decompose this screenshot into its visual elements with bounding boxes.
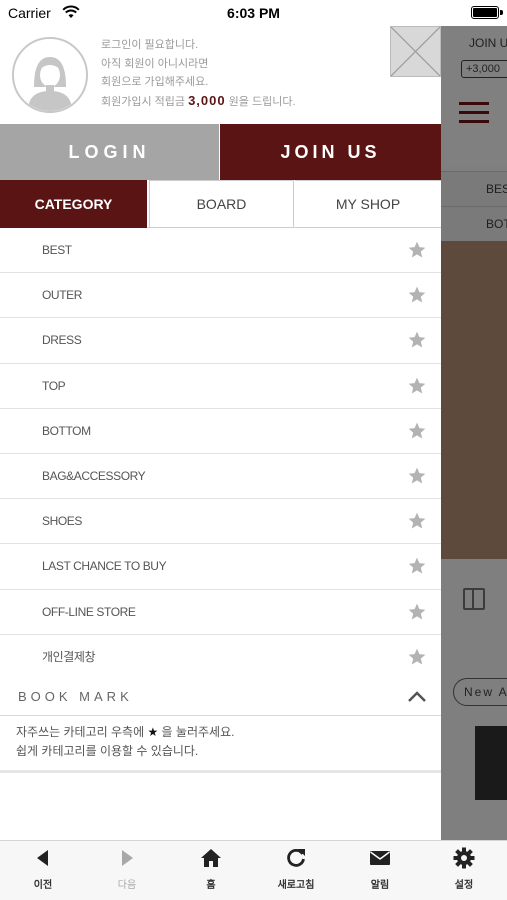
login-prompt: 로그인이 필요합니다. 아직 회원이 아니시라면 회원으로 가입해주세요. 회원… <box>101 36 296 111</box>
bookmark-note-prefix: 자주쓰는 카테고리 우측에 <box>16 725 148 739</box>
drawer-tabs: CATEGORY BOARD MY SHOP <box>0 180 441 228</box>
bookmark-star-icon[interactable] <box>407 285 427 305</box>
bookmark-star-icon[interactable] <box>407 240 427 260</box>
forward-arrow-icon <box>122 850 133 866</box>
category-list: BEST OUTER DRESS TOP BOTTOM BAG&ACCESSOR… <box>0 228 441 680</box>
star-glyph-icon: ★ <box>147 725 159 739</box>
person-silhouette-icon <box>14 39 86 111</box>
tab-category[interactable]: CATEGORY <box>0 180 147 228</box>
book-icon <box>463 588 485 610</box>
toolbar-label: 다음 <box>117 880 137 891</box>
category-label: BOTTOM <box>42 423 91 438</box>
bookmark-star-icon[interactable] <box>407 466 427 486</box>
category-item[interactable]: DRESS <box>0 318 441 364</box>
bookmark-instructions: 자주쓰는 카테고리 우측에 ★ 을 눌러주세요. 쉽게 카테고리를 이용할 수 … <box>16 723 234 761</box>
bookmark-note-line: 쉽게 카테고리를 이용할 수 있습니다. <box>16 744 199 758</box>
background-menu-row: BOTT <box>441 206 507 242</box>
category-label: OFF-LINE STORE <box>42 604 136 619</box>
bookmark-header[interactable]: BOOK MARK <box>0 678 441 716</box>
divider <box>0 770 441 773</box>
category-label: DRESS <box>42 333 82 348</box>
background-menu-row: BES <box>441 171 507 207</box>
category-label: BEST <box>42 243 72 257</box>
bookmark-title: BOOK MARK <box>18 689 133 704</box>
category-item[interactable]: BAG&ACCESSORY <box>0 454 441 500</box>
background-join-label: JOIN U <box>469 36 507 50</box>
category-label: BAG&ACCESSORY <box>42 468 146 483</box>
toolbar-refresh-button[interactable]: 새로고침 <box>266 847 326 891</box>
battery-fill <box>473 8 497 17</box>
background-points-pill: +3,000 <box>461 60 507 78</box>
avatar <box>12 37 88 113</box>
bookmark-star-icon[interactable] <box>407 647 427 667</box>
back-arrow-icon <box>37 850 48 866</box>
category-item[interactable]: TOP <box>0 364 441 409</box>
reward-line: 회원가입시 적립금 3,000 원을 드립니다. <box>101 92 296 112</box>
toolbar-label: 설정 <box>454 880 474 891</box>
bottom-toolbar: 이전 다음 홈 새로고침 알림 설정 <box>0 840 507 900</box>
login-button[interactable]: LOGIN <box>0 124 219 180</box>
background-banner-image <box>441 241 507 559</box>
toolbar-back-button[interactable]: 이전 <box>13 847 73 891</box>
category-item[interactable]: BEST <box>0 228 441 274</box>
background-page: JOIN U +3,000 BES BOTT New A <box>441 26 507 840</box>
clock: 6:03 PM <box>227 5 280 21</box>
tab-my-shop[interactable]: MY SHOP <box>295 180 441 228</box>
toolbar-label: 이전 <box>33 880 53 891</box>
gear-icon <box>453 847 475 869</box>
bookmark-star-icon[interactable] <box>407 556 427 576</box>
toolbar-notification-button[interactable]: 알림 <box>350 847 410 891</box>
close-icon <box>390 26 441 77</box>
category-item[interactable]: OFF-LINE STORE <box>0 590 441 635</box>
side-drawer: 로그인이 필요합니다. 아직 회원이 아니시라면 회원으로 가입해주세요. 회원… <box>0 26 441 840</box>
reward-prefix: 회원가입시 적립금 <box>101 95 189 108</box>
home-icon <box>201 849 221 867</box>
login-prompt-line: 로그인이 필요합니다. <box>101 39 199 51</box>
bookmark-star-icon[interactable] <box>407 376 427 396</box>
toolbar-forward-button[interactable]: 다음 <box>97 847 157 891</box>
category-item[interactable]: BOTTOM <box>0 409 441 454</box>
bookmark-star-icon[interactable] <box>407 511 427 531</box>
close-drawer-button[interactable] <box>390 26 441 77</box>
bookmark-star-icon[interactable] <box>407 602 427 622</box>
login-prompt-line: 아직 회원이 아니시라면 <box>101 57 209 70</box>
profile-section: 로그인이 필요합니다. 아직 회원이 아니시라면 회원으로 가입해주세요. 회원… <box>0 26 441 124</box>
bookmark-note-suffix: 을 눌러주세요. <box>158 725 235 739</box>
background-new-pill: New A <box>453 678 507 706</box>
refresh-icon <box>287 849 305 867</box>
category-label: LAST CHANCE TO BUY <box>42 559 167 574</box>
category-item[interactable]: OUTER <box>0 273 441 319</box>
background-product-thumbnail <box>475 726 507 800</box>
category-item[interactable]: SHOES <box>0 499 441 545</box>
reward-amount: 3,000 <box>188 92 226 108</box>
reward-suffix: 원을 드립니다. <box>225 95 296 108</box>
category-item[interactable]: 개인결제창 <box>0 635 441 680</box>
mail-icon <box>370 851 390 865</box>
toolbar-settings-button[interactable]: 설정 <box>434 847 494 891</box>
chevron-up-icon[interactable] <box>407 688 427 704</box>
category-label: SHOES <box>42 514 83 529</box>
bookmark-star-icon[interactable] <box>407 330 427 350</box>
hamburger-menu-icon <box>459 102 489 124</box>
auth-buttons: LOGIN JOIN US <box>0 124 441 180</box>
tab-board[interactable]: BOARD <box>149 180 294 228</box>
category-label: 개인결제창 <box>42 649 96 664</box>
battery-icon <box>471 6 503 19</box>
join-us-button[interactable]: JOIN US <box>220 124 441 180</box>
status-bar: Carrier 6:03 PM <box>0 0 507 26</box>
bookmark-note-line: 자주쓰는 카테고리 우측에 ★ 을 눌러주세요. <box>16 723 234 742</box>
login-prompt-line: 회원으로 가입해주세요. <box>101 76 209 88</box>
toolbar-label: 알림 <box>370 880 390 891</box>
toolbar-label: 새로고침 <box>277 880 315 891</box>
category-label: TOP <box>42 378 66 393</box>
toolbar-label: 홈 <box>206 880 216 891</box>
bookmark-star-icon[interactable] <box>407 421 427 441</box>
toolbar-home-button[interactable]: 홈 <box>181 847 241 891</box>
category-item[interactable]: LAST CHANCE TO BUY <box>0 544 441 590</box>
category-label: OUTER <box>42 288 83 303</box>
